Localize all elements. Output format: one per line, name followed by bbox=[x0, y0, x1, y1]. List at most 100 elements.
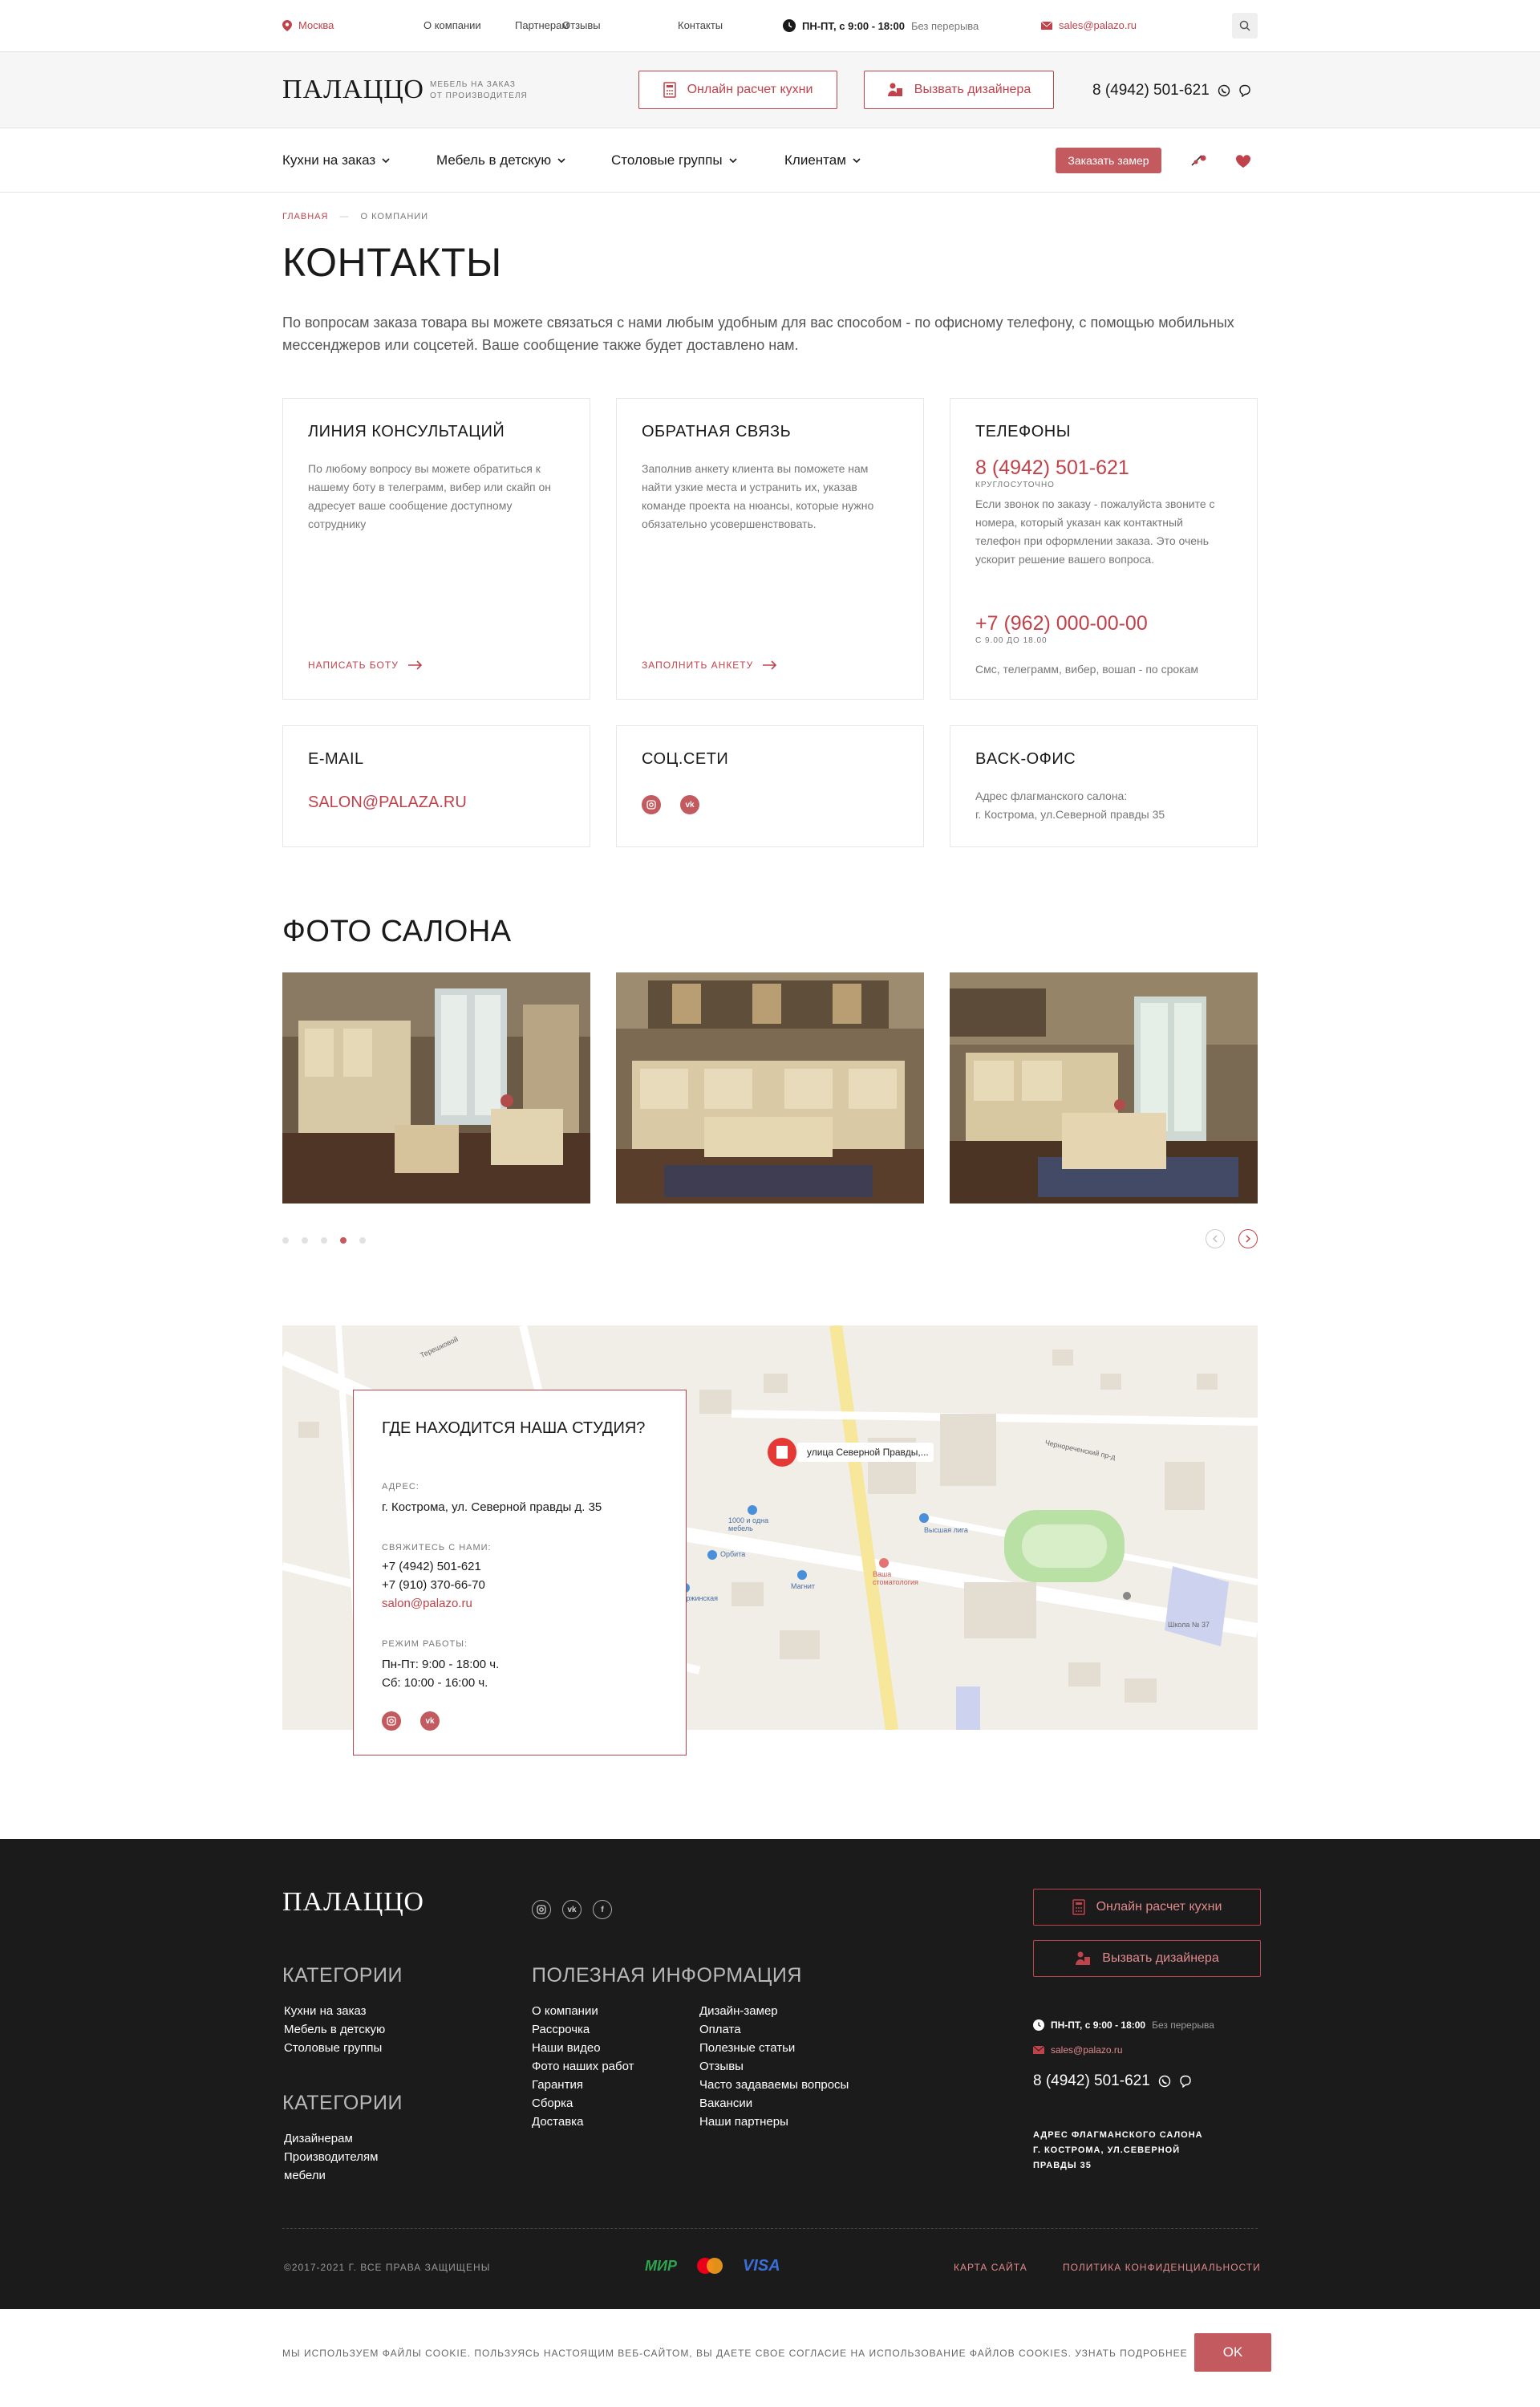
nav-dining-groups[interactable]: Столовые группы bbox=[611, 152, 737, 168]
footer-link[interactable]: Мебель в детскую bbox=[284, 2023, 385, 2036]
breadcrumb-home[interactable]: ГЛАВНАЯ bbox=[282, 212, 328, 221]
work-hours: ПН-ПТ, с 9:00 - 18:00 Без перерыва bbox=[783, 19, 979, 32]
calculator-icon bbox=[1072, 1899, 1085, 1915]
write-bot-link[interactable]: НАПИСАТЬ БОТУ bbox=[308, 660, 423, 671]
header-phone[interactable]: 8 (4942) 501-621 bbox=[1092, 82, 1251, 99]
call-designer-button[interactable]: Вызвать дизайнера bbox=[864, 71, 1054, 109]
hours-saturday: Сб: 10:00 - 16:00 ч. bbox=[382, 1676, 488, 1690]
footer-link[interactable]: Часто задаваемы вопросы bbox=[699, 2078, 849, 2092]
city-selector[interactable]: Москва bbox=[282, 19, 334, 31]
fill-form-link[interactable]: ЗАПОЛНИТЬ АНКЕТУ bbox=[642, 660, 777, 671]
card-consult-text: По любому вопросу вы можете обратиться к… bbox=[308, 462, 552, 530]
slider-dot[interactable] bbox=[282, 1237, 289, 1244]
visa-icon: VISA bbox=[742, 2256, 780, 2275]
footer-link[interactable]: Полезные статьи bbox=[699, 2041, 795, 2055]
slider-dot[interactable] bbox=[302, 1237, 308, 1244]
salon-photo-3[interactable] bbox=[950, 972, 1258, 1204]
map-email[interactable]: salon@palazo.ru bbox=[382, 1594, 472, 1613]
favorites-heart-icon[interactable] bbox=[1235, 154, 1251, 168]
tagline-line-1: МЕБЕЛЬ НА ЗАКАЗ bbox=[430, 80, 516, 89]
card-email: E-MAIL SALON@PALAZA.RU bbox=[282, 725, 590, 847]
viber-icon[interactable] bbox=[1179, 2075, 1192, 2088]
nav-clients-label: Клиентам bbox=[784, 152, 846, 168]
instagram-icon[interactable] bbox=[382, 1711, 401, 1731]
address-label: АДРЕС: bbox=[382, 1482, 419, 1492]
instagram-icon[interactable] bbox=[532, 1900, 551, 1919]
breadcrumb-separator: — bbox=[339, 212, 350, 221]
footer-link[interactable]: Доставка bbox=[532, 2115, 583, 2129]
page-title: КОНТАКТЫ bbox=[282, 240, 502, 285]
salon-photo-1[interactable] bbox=[282, 972, 590, 1204]
payment-methods: МИР VISA bbox=[645, 2256, 780, 2275]
footer-categories-2-title: КАТЕГОРИИ bbox=[282, 2092, 403, 2114]
top-link-about[interactable]: О компании bbox=[424, 19, 481, 31]
online-calc-button[interactable]: Онлайн расчет кухни bbox=[638, 71, 837, 109]
whatsapp-icon[interactable] bbox=[1158, 2075, 1171, 2088]
footer-logo[interactable]: ПАЛАЦЦО bbox=[282, 1887, 424, 1918]
salon-photo-2[interactable] bbox=[616, 972, 924, 1204]
footer-call-designer-button[interactable]: Вызвать дизайнера bbox=[1033, 1940, 1261, 1977]
footer-link[interactable]: Гарантия bbox=[532, 2078, 583, 2092]
footer-link[interactable]: Вакансии bbox=[699, 2096, 752, 2110]
cookie-banner: МЫ ИСПОЛЬЗУЕМ ФАЙЛЫ COOKIE. ПОЛЬЗУЯСЬ НА… bbox=[0, 2309, 1540, 2407]
vk-icon[interactable]: vk bbox=[562, 1900, 582, 1919]
footer-hours: ПН-ПТ, с 9:00 - 18:00 Без перерыва bbox=[1033, 2019, 1214, 2031]
footer-address-line: АДРЕС ФЛАГМАНСКОГО САЛОНА bbox=[1033, 2130, 1203, 2140]
top-link-reviews[interactable]: Отзывы bbox=[562, 19, 601, 31]
footer-link[interactable]: Наши видео bbox=[532, 2041, 601, 2055]
footer-link[interactable]: Наши партнеры bbox=[699, 2115, 788, 2129]
site-logo[interactable]: ПАЛАЦЦО bbox=[282, 75, 424, 105]
cookie-accept-button[interactable]: OK bbox=[1194, 2333, 1271, 2372]
vk-icon[interactable]: vk bbox=[420, 1711, 440, 1731]
phone-secondary-note: С 9.00 ДО 18.00 bbox=[975, 636, 1048, 645]
viber-icon[interactable] bbox=[1238, 84, 1251, 97]
instagram-icon[interactable] bbox=[642, 795, 661, 814]
footer-link[interactable]: Производителям bbox=[284, 2150, 378, 2164]
footer-link[interactable]: Дизайн-замер bbox=[699, 2004, 778, 2018]
footer-link[interactable]: Сборка bbox=[532, 2096, 573, 2110]
top-link-contacts[interactable]: Контакты bbox=[678, 19, 723, 31]
sitemap-link[interactable]: КАРТА САЙТА bbox=[954, 2262, 1027, 2273]
footer-link[interactable]: Рассрочка bbox=[532, 2023, 590, 2036]
hours-weekdays: Пн-Пт: 9:00 - 18:00 ч. bbox=[382, 1658, 500, 1671]
card-feedback: ОБРАТНАЯ СВЯЗЬ Заполнив анкету клиента в… bbox=[616, 398, 924, 700]
nav-kitchens[interactable]: Кухни на заказ bbox=[282, 152, 390, 168]
slider-next-button[interactable] bbox=[1238, 1229, 1258, 1248]
order-measure-button[interactable]: Заказать замер bbox=[1056, 148, 1161, 173]
footer-link[interactable]: О компании bbox=[532, 2004, 598, 2018]
phone-secondary[interactable]: +7 (962) 000-00-00 bbox=[975, 612, 1148, 635]
whatsapp-icon[interactable] bbox=[1218, 84, 1230, 97]
slider-dot-active[interactable] bbox=[340, 1237, 346, 1244]
arrow-right-icon bbox=[407, 660, 422, 670]
slider-prev-button[interactable] bbox=[1206, 1229, 1225, 1248]
footer-link[interactable]: Столовые группы bbox=[284, 2041, 382, 2055]
map-phone-2[interactable]: +7 (910) 370-66-70 bbox=[382, 1576, 485, 1594]
footer-link[interactable]: Отзывы bbox=[699, 2060, 744, 2073]
map-phone-1[interactable]: +7 (4942) 501-621 bbox=[382, 1557, 481, 1576]
footer-link[interactable]: Дизайнерам bbox=[284, 2132, 353, 2145]
footer-email-label: sales@palazo.ru bbox=[1051, 2044, 1123, 2056]
footer-link[interactable]: Кухни на заказ bbox=[284, 2004, 367, 2018]
site-footer: ПАЛАЦЦО vk f КАТЕГОРИИ Кухни на заказ Ме… bbox=[0, 1839, 1540, 2309]
footer-link[interactable]: Оплата bbox=[699, 2023, 741, 2036]
nav-clients[interactable]: Клиентам bbox=[784, 152, 861, 168]
contact-label: СВЯЖИТЕСЬ С НАМИ: bbox=[382, 1543, 492, 1553]
top-link-partners[interactable]: Партнерам bbox=[515, 19, 569, 31]
email-link[interactable]: SALON@PALAZA.RU bbox=[308, 794, 467, 812]
footer-email[interactable]: sales@palazo.ru bbox=[1033, 2044, 1123, 2056]
social-icons: vk bbox=[642, 795, 699, 814]
vk-icon[interactable]: vk bbox=[680, 795, 699, 814]
slider-dot[interactable] bbox=[359, 1237, 366, 1244]
footer-link[interactable]: Фото наших работ bbox=[532, 2060, 634, 2073]
footer-online-calc-button[interactable]: Онлайн расчет кухни bbox=[1033, 1889, 1261, 1926]
facebook-icon[interactable]: f bbox=[593, 1900, 612, 1919]
search-button[interactable] bbox=[1232, 13, 1258, 39]
footer-phone[interactable]: 8 (4942) 501-621 bbox=[1033, 2072, 1192, 2090]
nav-kids-furniture[interactable]: Мебель в детскую bbox=[436, 152, 565, 168]
top-email[interactable]: sales@palazo.ru bbox=[1041, 19, 1137, 31]
privacy-policy-link[interactable]: ПОЛИТИКА КОНФИДЕНЦИАЛЬНОСТИ bbox=[1063, 2262, 1261, 2273]
footer-link[interactable]: мебели bbox=[284, 2169, 326, 2182]
compare-icon[interactable] bbox=[1190, 154, 1208, 167]
slider-dot[interactable] bbox=[321, 1237, 327, 1244]
phone-primary[interactable]: 8 (4942) 501-621 bbox=[975, 457, 1129, 480]
